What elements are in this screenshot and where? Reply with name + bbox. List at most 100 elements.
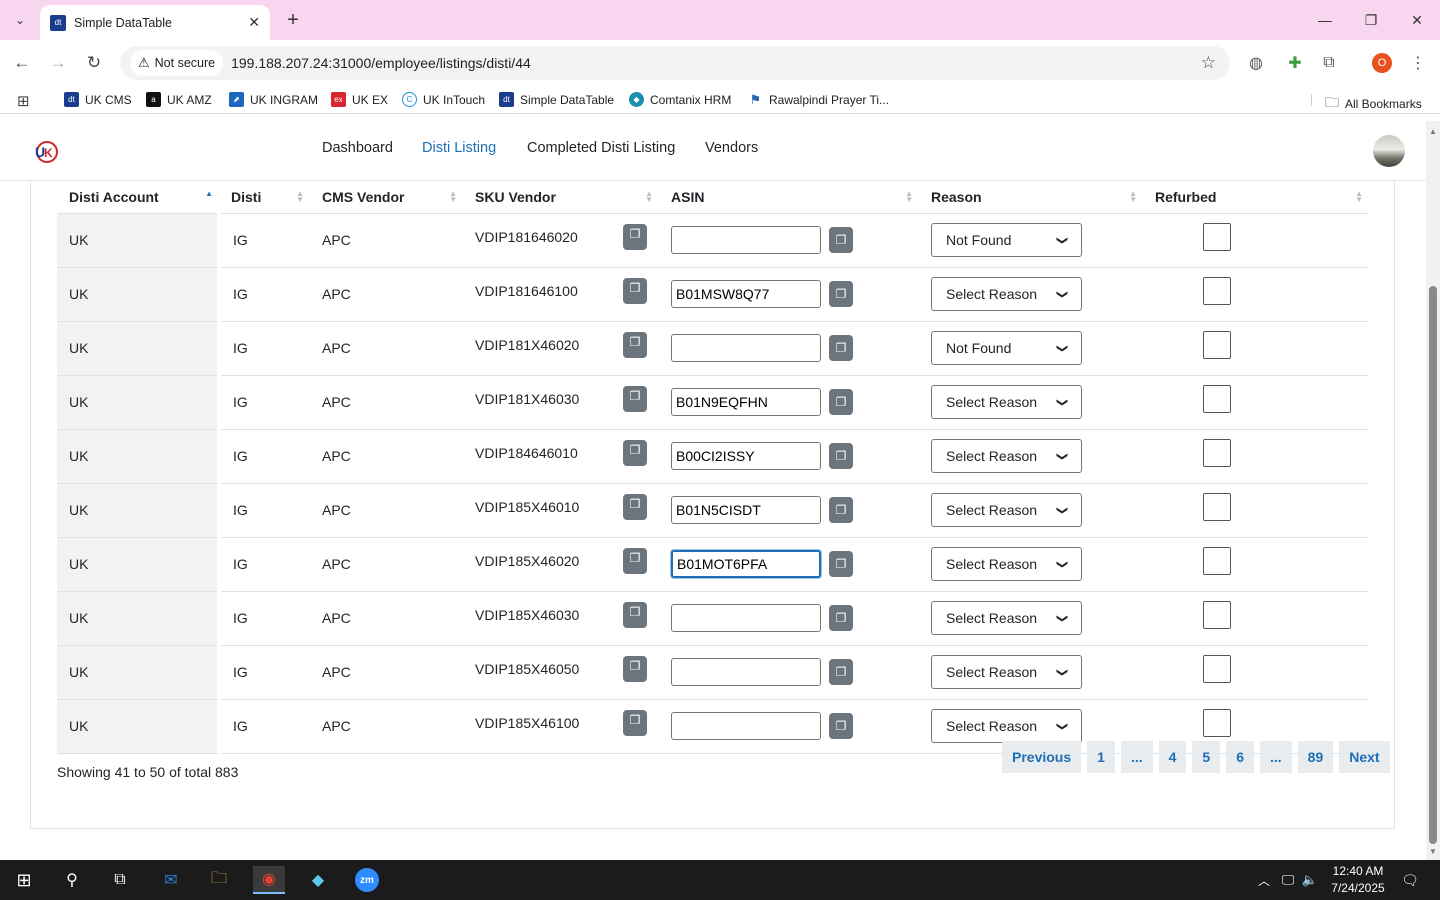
copy-asin-button[interactable]: ❐ — [829, 389, 853, 415]
refurbed-checkbox[interactable] — [1203, 223, 1231, 251]
file-explorer-icon[interactable]: 🗀 — [203, 866, 235, 894]
bookmark-star-icon[interactable]: ☆ — [1201, 53, 1216, 73]
refurbed-checkbox[interactable] — [1203, 709, 1231, 737]
all-bookmarks[interactable]: 🗀 All Bookmarks — [1325, 92, 1422, 116]
reason-select[interactable]: Select Reason ❯ — [931, 277, 1082, 311]
nav-completed-disti-listing[interactable]: Completed Disti Listing — [527, 140, 675, 156]
reason-select[interactable]: Select Reason ❯ — [931, 385, 1082, 419]
translate-icon[interactable]: ◍ — [1245, 52, 1267, 74]
copy-asin-button[interactable]: ❐ — [829, 497, 853, 523]
bookmark-uk-ingram[interactable]: ⬈ UK INGRAM — [229, 92, 318, 107]
restore-icon[interactable]: ❐ — [1356, 8, 1386, 32]
reason-select[interactable]: Not Found ❯ — [931, 223, 1082, 257]
pagination-item-5[interactable]: 5 — [1192, 741, 1221, 773]
bookmark-comtanix-hrm[interactable]: ◆ Comtanix HRM — [629, 92, 731, 107]
reason-select[interactable]: Select Reason ❯ — [931, 547, 1082, 581]
bookmark-simple-datatable[interactable]: dt Simple DataTable — [499, 92, 614, 107]
outlook-icon[interactable]: ✉ — [155, 866, 187, 894]
bookmark-uk-intouch[interactable]: C UK InTouch — [402, 92, 485, 107]
scroll-down-icon[interactable]: ▼ — [1428, 847, 1438, 857]
nav-dashboard[interactable]: Dashboard — [322, 140, 393, 156]
asin-input[interactable] — [671, 280, 821, 308]
copy-sku-button[interactable]: ❐ — [623, 602, 647, 628]
column-header-asin[interactable]: ASIN ▲ ▼ — [659, 181, 919, 214]
uk-logo-icon[interactable]: U K — [32, 137, 60, 165]
copy-asin-button[interactable]: ❐ — [829, 551, 853, 577]
asin-input[interactable] — [671, 334, 821, 362]
new-tab-icon[interactable]: + — [282, 8, 304, 32]
scroll-up-icon[interactable]: ▲ — [1428, 127, 1438, 137]
asin-input[interactable] — [671, 442, 821, 470]
bookmark-uk-cms[interactable]: dt UK CMS — [64, 92, 132, 107]
url-text[interactable]: 199.188.207.24:31000/employee/listings/d… — [231, 55, 531, 71]
system-clock[interactable]: 12:40 AM 7/24/2025 — [1318, 863, 1398, 897]
copy-asin-button[interactable]: ❐ — [829, 227, 853, 253]
pagination-item-89[interactable]: 89 — [1297, 741, 1334, 773]
copy-asin-button[interactable]: ❐ — [829, 713, 853, 739]
column-header-disti-account[interactable]: Disti Account ▲ — [57, 181, 219, 214]
refurbed-checkbox[interactable] — [1203, 277, 1231, 305]
nav-disti-listing[interactable]: Disti Listing — [422, 140, 496, 156]
column-header-cms-vendor[interactable]: CMS Vendor ▲ ▼ — [310, 181, 463, 214]
reload-icon[interactable]: ↻ — [81, 50, 107, 76]
close-tab-icon[interactable]: ✕ — [248, 14, 260, 31]
refurbed-checkbox[interactable] — [1203, 601, 1231, 629]
copy-asin-button[interactable]: ❐ — [829, 605, 853, 631]
tab-search-icon[interactable]: ⌄ — [8, 8, 32, 32]
reason-select[interactable]: Select Reason ❯ — [931, 655, 1082, 689]
zoom-icon[interactable]: zm — [351, 866, 383, 894]
pagination-item-1[interactable]: 1 — [1087, 741, 1115, 773]
bookmark-uk-amz[interactable]: a UK AMZ — [146, 92, 212, 107]
copy-sku-button[interactable]: ❐ — [623, 656, 647, 682]
reason-select[interactable]: Select Reason ❯ — [931, 709, 1082, 743]
refurbed-checkbox[interactable] — [1203, 493, 1231, 521]
copy-sku-button[interactable]: ❐ — [623, 278, 647, 304]
address-bar[interactable]: ⚠ Not secure 199.188.207.24:31000/employ… — [120, 46, 1230, 80]
copy-sku-button[interactable]: ❐ — [623, 710, 647, 736]
scroll-thumb[interactable] — [1429, 286, 1437, 844]
notifications-icon[interactable]: 🗨 — [1394, 866, 1426, 894]
task-view-icon[interactable]: ⧉ — [104, 866, 136, 894]
asin-input[interactable] — [671, 712, 821, 740]
user-avatar[interactable] — [1373, 135, 1405, 167]
chrome-menu-icon[interactable]: ⋮ — [1407, 52, 1429, 74]
copy-sku-button[interactable]: ❐ — [623, 332, 647, 358]
extensions-icon[interactable]: ⧉ — [1318, 52, 1340, 74]
copy-sku-button[interactable]: ❐ — [623, 224, 647, 250]
copy-sku-button[interactable]: ❐ — [623, 440, 647, 466]
page-scrollbar[interactable]: ▲ ▼ — [1426, 121, 1440, 860]
close-window-icon[interactable]: ✕ — [1402, 8, 1432, 32]
extension-plus-icon[interactable]: ✚ — [1284, 52, 1306, 74]
asin-input[interactable] — [671, 388, 821, 416]
search-icon[interactable]: ⚲ — [56, 866, 88, 894]
pagination-item-6[interactable]: 6 — [1226, 741, 1254, 773]
copy-asin-button[interactable]: ❐ — [829, 443, 853, 469]
reason-select[interactable]: Not Found ❯ — [931, 331, 1082, 365]
browser-tab[interactable]: dt Simple DataTable ✕ — [40, 5, 270, 40]
copy-sku-button[interactable]: ❐ — [623, 386, 647, 412]
column-header-reason[interactable]: Reason ▲ ▼ — [919, 181, 1143, 214]
reason-select[interactable]: Select Reason ❯ — [931, 601, 1082, 635]
column-header-sku-vendor[interactable]: SKU Vendor ▲ ▼ — [463, 181, 659, 214]
asin-input[interactable] — [671, 226, 821, 254]
not-secure-chip[interactable]: ⚠ Not secure — [130, 50, 224, 76]
nav-vendors[interactable]: Vendors — [705, 140, 758, 156]
bookmark-rawalpindi-prayer[interactable]: ⚑ Rawalpindi Prayer Ti... — [748, 92, 889, 107]
pagination-item-4[interactable]: 4 — [1158, 741, 1187, 773]
asin-input[interactable] — [671, 604, 821, 632]
profile-avatar[interactable]: O — [1372, 53, 1392, 73]
refurbed-checkbox[interactable] — [1203, 439, 1231, 467]
minimize-icon[interactable]: — — [1310, 8, 1340, 32]
asin-input[interactable] — [671, 658, 821, 686]
reason-select[interactable]: Select Reason ❯ — [931, 493, 1082, 527]
refurbed-checkbox[interactable] — [1203, 547, 1231, 575]
copy-asin-button[interactable]: ❐ — [829, 659, 853, 685]
column-header-refurbed[interactable]: Refurbed ▲ ▼ — [1143, 181, 1369, 214]
refurbed-checkbox[interactable] — [1203, 655, 1231, 683]
chrome-icon[interactable]: ◉ — [253, 866, 285, 894]
refurbed-checkbox[interactable] — [1203, 331, 1231, 359]
forward-icon[interactable]: → — [45, 50, 71, 76]
refurbed-checkbox[interactable] — [1203, 385, 1231, 413]
app-diamond-icon[interactable]: ◆ — [302, 866, 334, 894]
asin-input[interactable] — [671, 496, 821, 524]
